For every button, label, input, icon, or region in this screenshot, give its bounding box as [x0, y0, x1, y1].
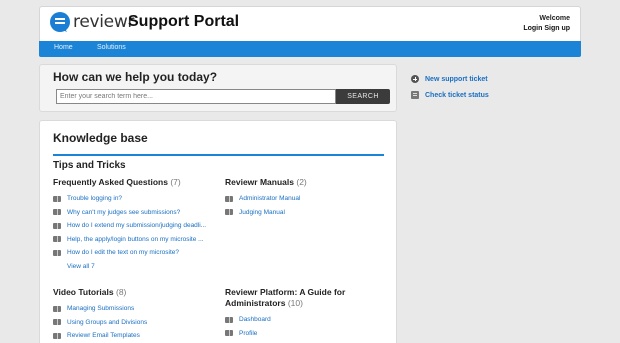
videos-article[interactable]: Reviewr Email Templates — [53, 329, 218, 343]
manuals-article-label: Administrator Manual — [239, 195, 301, 203]
ticket-status-icon — [411, 91, 419, 99]
new-ticket-link[interactable]: New support ticket — [411, 72, 489, 86]
faq-title[interactable]: Frequently Asked Questions (7) — [53, 177, 218, 188]
book-icon — [225, 316, 233, 323]
platform-title[interactable]: Reviewr Platform: A Guide for Administra… — [225, 287, 390, 309]
login-link[interactable]: Login — [523, 25, 542, 32]
faq-article[interactable]: How do I extend my submission/judging de… — [53, 219, 218, 233]
videos-article-label: Using Groups and Divisions — [67, 318, 148, 326]
manuals-title[interactable]: Reviewr Manuals (2) — [225, 177, 390, 188]
faq-article-label: Trouble logging in? — [67, 195, 123, 203]
search-input[interactable] — [56, 89, 336, 104]
logo-text: reviewr — [73, 12, 135, 32]
platform-title-line2: Administrators — [225, 298, 286, 308]
manuals-title-text: Reviewr Manuals — [225, 177, 294, 187]
book-icon — [53, 222, 61, 229]
platform-article-label: Profile — [239, 329, 258, 337]
platform-article-label: Dashboard — [239, 316, 271, 324]
kb-divider — [53, 154, 384, 156]
nav-home[interactable]: Home — [54, 44, 73, 51]
ticket-status-link[interactable]: Check ticket status — [411, 88, 489, 102]
faq-article[interactable]: How do I edit the text on my microsite? — [53, 246, 218, 260]
book-icon — [53, 209, 61, 216]
user-box: Welcome Login Sign up — [523, 14, 570, 34]
book-icon — [53, 195, 61, 202]
book-icon — [53, 305, 61, 312]
search-button[interactable]: SEARCH — [336, 89, 390, 104]
platform-count: (10) — [287, 298, 303, 308]
book-icon — [53, 236, 61, 243]
manuals-article-label: Judging Manual — [239, 208, 285, 216]
book-icon — [225, 330, 233, 337]
faq-article-label: Why can't my judges see submissions? — [67, 208, 181, 216]
kb-title: Knowledge base — [53, 131, 148, 145]
videos-count: (8) — [116, 287, 127, 297]
book-icon — [225, 209, 233, 216]
platform-section: Reviewr Platform: A Guide for Administra… — [225, 287, 390, 340]
page-title: Support Portal — [128, 13, 240, 30]
book-icon — [225, 195, 233, 202]
book-icon — [53, 332, 61, 339]
manuals-article[interactable]: Administrator Manual — [225, 192, 390, 206]
logo[interactable]: reviewr — [50, 12, 134, 32]
ticket-status-label: Check ticket status — [425, 91, 489, 99]
book-icon — [53, 319, 61, 326]
new-ticket-label: New support ticket — [425, 75, 488, 83]
side-links: New support ticket Check ticket status — [411, 72, 489, 104]
kb-category-title: Tips and Tricks — [53, 160, 126, 171]
videos-title-text: Video Tutorials — [53, 287, 114, 297]
faq-article-label: Help, the apply/login buttons on my micr… — [67, 235, 204, 243]
header: reviewr Support Portal Welcome Login Sig… — [39, 6, 581, 41]
faq-view-all-link[interactable]: View all 7 — [67, 260, 218, 273]
welcome-text: Welcome — [539, 15, 570, 22]
nav-bar: Home Solutions — [39, 41, 581, 57]
book-icon — [53, 249, 61, 256]
faq-article[interactable]: Why can't my judges see submissions? — [53, 206, 218, 220]
faq-title-text: Frequently Asked Questions — [53, 177, 168, 187]
faq-article-label: How do I extend my submission/judging de… — [67, 222, 207, 230]
platform-title-line1: Reviewr Platform: A Guide for — [225, 287, 346, 297]
videos-article[interactable]: Using Groups and Divisions — [53, 316, 218, 330]
faq-count: (7) — [170, 177, 181, 187]
videos-article-label: Reviewr Email Templates — [67, 332, 140, 340]
platform-article[interactable]: Dashboard — [225, 313, 390, 327]
videos-article[interactable]: Managing Submissions — [53, 302, 218, 316]
search-heading: How can we help you today? — [53, 70, 218, 84]
manuals-section: Reviewr Manuals (2) Administrator Manual… — [225, 177, 390, 219]
knowledge-base-panel: Knowledge base Tips and Tricks Frequentl… — [39, 120, 397, 343]
videos-article-label: Managing Submissions — [67, 305, 135, 313]
signup-link[interactable]: Sign up — [544, 25, 570, 32]
faq-article-label: How do I edit the text on my microsite? — [67, 249, 179, 257]
videos-section: Video Tutorials (8) Managing Submissions… — [53, 287, 218, 343]
search-panel: How can we help you today? SEARCH — [39, 64, 397, 112]
videos-title[interactable]: Video Tutorials (8) — [53, 287, 218, 298]
reviewr-logo-icon — [50, 12, 70, 32]
nav-solutions[interactable]: Solutions — [97, 44, 126, 51]
manuals-article[interactable]: Judging Manual — [225, 206, 390, 220]
platform-article[interactable]: Profile — [225, 327, 390, 341]
faq-article[interactable]: Trouble logging in? — [53, 192, 218, 206]
plus-icon — [411, 75, 419, 83]
faq-section: Frequently Asked Questions (7) Trouble l… — [53, 177, 218, 273]
manuals-count: (2) — [296, 177, 307, 187]
faq-article[interactable]: Help, the apply/login buttons on my micr… — [53, 233, 218, 247]
